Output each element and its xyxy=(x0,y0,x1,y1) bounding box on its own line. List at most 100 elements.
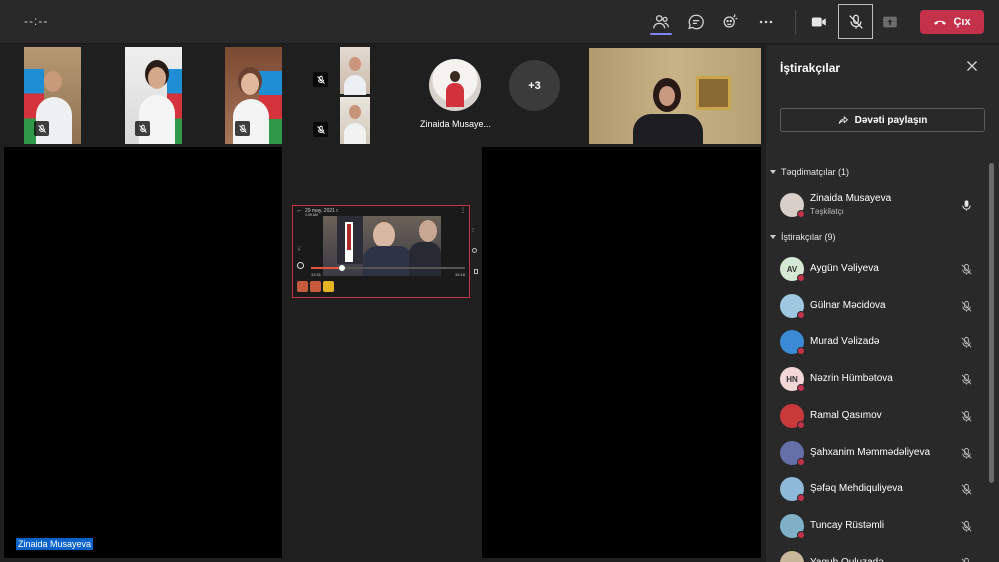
shared-app-icons xyxy=(297,281,334,292)
mic-off-icon xyxy=(316,75,325,84)
meeting-toolbar: --:-- Çıx xyxy=(0,0,999,44)
participant-mic-status[interactable] xyxy=(960,410,973,423)
participant-role: Təşkilatçı xyxy=(810,207,844,216)
leave-label: Çıx xyxy=(953,16,971,28)
participant-name: Ramal Qasımov xyxy=(810,409,882,421)
shared-screen-preview[interactable]: ← 29 may, 2021 г. 1:09 AM ⋮ ☟ 13:31 15:1… xyxy=(292,205,470,298)
mic-off-icon xyxy=(961,484,972,495)
participant-name: Şahxanim Məmmədəliyeva xyxy=(810,446,931,458)
teams-meeting-window: --:-- Çıx Zinaida Musaye... +3 Zinaida M… xyxy=(0,0,999,562)
share-side-control xyxy=(472,248,477,253)
participant-video-tile[interactable] xyxy=(589,48,761,144)
participant-row[interactable]: Şəfəq Mehdiquliyeva xyxy=(780,477,980,503)
participant-row[interactable]: AV Aygün Vəliyeva xyxy=(780,257,980,283)
mic-off-icon xyxy=(961,410,972,422)
share-invite-label: Dəvəti paylaşın xyxy=(854,114,928,126)
participant-name: Nəzrin Hümbətova xyxy=(810,373,893,385)
participant-video-tile[interactable] xyxy=(225,47,282,144)
pinned-video-tile[interactable]: Zinaida Musayeva xyxy=(4,147,282,558)
participant-name: Yaqub Quluzadə xyxy=(810,557,884,562)
participant-video-tile-group[interactable] xyxy=(310,47,370,144)
mic-off-icon xyxy=(138,124,147,133)
participants-scrollbar[interactable] xyxy=(989,163,994,483)
people-icon xyxy=(653,15,670,29)
avatar xyxy=(780,550,804,562)
reactions-button[interactable] xyxy=(716,7,746,37)
participant-mic-status[interactable] xyxy=(960,483,973,496)
muted-badge xyxy=(135,121,150,136)
participant-mic-status[interactable] xyxy=(960,520,973,533)
mic-off-icon xyxy=(961,520,972,532)
camera-icon xyxy=(811,17,826,27)
participant-mic-status[interactable] xyxy=(960,300,973,313)
more-actions-button[interactable] xyxy=(751,7,781,37)
mic-off-icon xyxy=(961,557,969,562)
close-icon[interactable] xyxy=(965,59,979,73)
mic-off-icon xyxy=(961,300,972,312)
microphone-toggle-button[interactable] xyxy=(838,4,873,39)
presence-status-icon xyxy=(797,457,805,466)
share-invite-button[interactable]: Dəvəti paylaşın xyxy=(780,108,985,132)
participant-row[interactable]: Şahxanim Məmmədəliyeva xyxy=(780,440,980,467)
more-participants-button[interactable]: +3 xyxy=(509,60,560,111)
share-content-button[interactable] xyxy=(875,7,905,37)
presence-status-icon xyxy=(797,530,805,539)
participant-video-tile[interactable] xyxy=(24,47,81,144)
participant-mic-status[interactable] xyxy=(960,373,973,386)
participant-row[interactable]: Murad Vəlizadə xyxy=(780,330,980,356)
participant-row[interactable]: Ramal Qasımov xyxy=(780,403,980,430)
chat-icon xyxy=(688,14,704,30)
leave-button[interactable]: Çıx xyxy=(920,10,984,34)
attendees-section-header[interactable]: İştirakçılar (9) xyxy=(770,232,836,242)
presence-status-icon xyxy=(797,420,805,429)
mic-off-icon xyxy=(961,447,972,459)
shared-video-progress-knob xyxy=(338,265,345,271)
participant-row[interactable]: Gülnar Məcidova xyxy=(780,293,980,320)
share-back-icon: ← xyxy=(296,207,303,214)
participant-mic-status[interactable] xyxy=(960,199,973,212)
mic-off-icon xyxy=(961,263,972,275)
show-chat-button[interactable] xyxy=(681,7,711,37)
shared-video-progress-fill xyxy=(311,267,342,269)
more-icon xyxy=(759,20,773,24)
meeting-timer: --:-- xyxy=(24,14,49,28)
video-tile[interactable] xyxy=(482,147,761,558)
presence-status-icon xyxy=(797,310,805,319)
presenters-section-header[interactable]: Təqdimatçılar (1) xyxy=(770,167,849,177)
share-tray-icon xyxy=(883,16,897,28)
participant-mic-status[interactable] xyxy=(960,557,973,562)
participant-row[interactable]: HN Nəzrin Hümbətova xyxy=(780,367,980,393)
participant-video-tile[interactable] xyxy=(125,47,182,144)
presence-status-icon xyxy=(797,347,805,356)
participant-avatar-tile[interactable]: Zinaida Musaye... xyxy=(420,59,492,129)
participant-name: Tuncay Rüstəmli xyxy=(810,519,885,531)
participant-name: Murad Vəlizadə xyxy=(810,336,880,348)
panel-title: İştirakçılar xyxy=(780,61,841,75)
presence-status-icon xyxy=(797,210,805,218)
participant-row[interactable]: Zinaida Musayeva Təşkilatçı xyxy=(780,193,980,219)
share-menu-icon: ⋮ xyxy=(460,208,466,214)
shared-video-progress xyxy=(311,265,465,271)
avatar-initials: HN xyxy=(786,374,798,384)
participant-mic-status[interactable] xyxy=(960,336,973,349)
app-icon xyxy=(323,281,334,292)
participant-mic-status[interactable] xyxy=(960,447,973,460)
share-gesture-icon: ☟ xyxy=(297,247,301,253)
camera-button[interactable] xyxy=(804,7,834,37)
presence-status-icon xyxy=(797,494,805,503)
participant-name-label: Zinaida Musayeva xyxy=(16,538,94,550)
shared-video-subtext: 1:09 AM xyxy=(305,213,318,217)
mic-icon xyxy=(962,200,971,211)
participant-row[interactable]: Yaqub Quluzadə xyxy=(780,550,980,562)
muted-badge xyxy=(313,122,328,137)
participant-mic-status[interactable] xyxy=(960,263,973,276)
participant-name: Şəfəq Mehdiquliyeva xyxy=(810,483,903,495)
chevron-down-icon xyxy=(770,235,776,239)
share-pause-icon xyxy=(297,262,304,269)
mic-off-icon xyxy=(316,125,325,134)
participant-row[interactable]: Tuncay Rüstəmli xyxy=(780,513,980,540)
participant-name: Zinaida Musaye... xyxy=(420,119,492,129)
participant-name: Gülnar Məcidova xyxy=(810,299,886,311)
presence-status-icon xyxy=(797,384,805,393)
shared-video-elapsed: 13:31 xyxy=(311,272,322,277)
